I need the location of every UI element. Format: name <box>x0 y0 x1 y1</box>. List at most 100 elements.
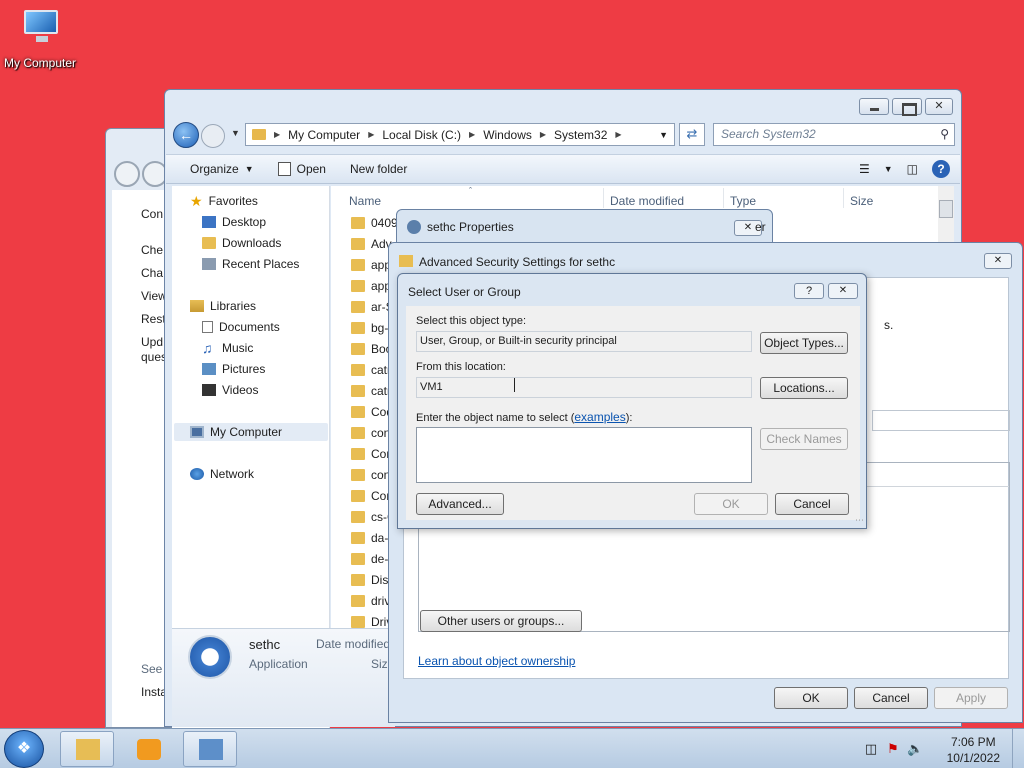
close-button[interactable]: ✕ <box>984 253 1012 269</box>
minimize-button[interactable] <box>859 98 889 115</box>
column-divider[interactable] <box>723 188 724 208</box>
column-header-date[interactable]: Date modified <box>610 194 684 208</box>
address-dropdown-icon[interactable]: ▼ <box>659 130 668 140</box>
resize-grip-icon[interactable]: ⋯ <box>855 515 864 526</box>
file-row[interactable]: app <box>351 279 391 293</box>
cancel-button[interactable]: Cancel <box>775 493 849 515</box>
column-divider[interactable] <box>603 188 604 208</box>
refresh-button[interactable]: ⇄ <box>679 123 705 146</box>
taskbar-media-player[interactable] <box>121 731 175 767</box>
nav-music[interactable]: ♫ Music <box>202 341 253 355</box>
nav-videos[interactable]: Videos <box>202 383 258 397</box>
forward-button[interactable] <box>201 124 225 148</box>
folder-icon <box>351 574 365 586</box>
help-icon[interactable]: ? <box>932 160 950 178</box>
desktop-icon-my-computer[interactable]: My Computer <box>0 8 80 70</box>
show-desktop-button[interactable] <box>1012 729 1024 768</box>
chevron-right-icon[interactable]: ▶ <box>540 130 546 139</box>
file-row[interactable]: con <box>351 426 390 440</box>
chevron-right-icon[interactable]: ▶ <box>469 130 475 139</box>
column-header-name[interactable]: Name <box>349 194 381 208</box>
address-bar[interactable]: ▶ My Computer ▶ Local Disk (C:) ▶ Window… <box>245 123 675 146</box>
view-options-icon[interactable]: ☰ <box>859 162 870 176</box>
advanced-button[interactable]: Advanced... <box>416 493 504 515</box>
file-row[interactable]: Driv <box>351 615 392 629</box>
chevron-right-icon[interactable]: ▶ <box>368 130 374 139</box>
breadcrumb-local-disk[interactable]: Local Disk (C:) <box>382 128 461 142</box>
nav-downloads[interactable]: Downloads <box>202 236 281 250</box>
back-button[interactable]: ← <box>173 122 199 148</box>
check-names-button[interactable]: Check Names <box>760 428 848 450</box>
nav-recent-places[interactable]: Recent Places <box>202 257 299 271</box>
history-dropdown-icon[interactable]: ▼ <box>231 128 240 138</box>
new-folder-label: New folder <box>349 162 408 176</box>
breadcrumb-windows[interactable]: Windows <box>483 128 532 142</box>
maximize-button[interactable] <box>892 98 922 116</box>
column-header-type[interactable]: Type <box>730 194 756 208</box>
open-button[interactable]: Open <box>277 162 326 176</box>
examples-link[interactable]: examples <box>574 410 625 424</box>
apply-button[interactable]: Apply <box>934 687 1008 709</box>
chevron-right-icon[interactable]: ▶ <box>615 130 621 139</box>
column-divider[interactable] <box>843 188 844 208</box>
start-button[interactable]: ❖ <box>4 730 44 768</box>
nav-desktop[interactable]: Desktop <box>202 215 266 229</box>
nav-my-computer[interactable]: My Computer <box>174 423 328 441</box>
cp-link-2[interactable]: Cha <box>141 266 163 280</box>
nav-pictures[interactable]: Pictures <box>202 362 265 376</box>
cp-link-0[interactable]: Con <box>141 207 163 221</box>
file-row[interactable]: da- <box>351 531 388 545</box>
file-row[interactable]: driv <box>351 594 390 608</box>
volume-icon[interactable]: 🔈 <box>907 741 923 757</box>
cancel-button[interactable]: Cancel <box>854 687 928 709</box>
network-icon[interactable]: ◫ <box>863 741 879 757</box>
ok-button[interactable]: OK <box>694 493 768 515</box>
organize-button[interactable]: Organize ▼ <box>190 162 254 176</box>
cp-link-3[interactable]: View <box>141 289 167 303</box>
close-button[interactable]: ✕ <box>828 283 858 299</box>
file-row[interactable]: de- <box>351 552 388 566</box>
cp-link-5[interactable]: Upd <box>141 335 163 349</box>
object-name-input[interactable] <box>416 427 752 483</box>
file-row[interactable]: Con <box>351 447 393 461</box>
scroll-thumb[interactable] <box>939 200 953 218</box>
file-row[interactable]: app <box>351 258 391 272</box>
nav-documents[interactable]: Documents <box>202 320 280 334</box>
locations-button[interactable]: Locations... <box>760 377 848 399</box>
file-row[interactable]: catr <box>351 384 391 398</box>
search-icon[interactable]: ⚲ <box>940 124 949 145</box>
file-row[interactable]: Boo <box>351 342 392 356</box>
preview-pane-icon[interactable]: ◫ <box>907 162 918 176</box>
clock[interactable]: 7:06 PM 10/1/2022 <box>947 734 1000 766</box>
breadcrumb-system32[interactable]: System32 <box>554 128 607 142</box>
ok-button[interactable]: OK <box>774 687 848 709</box>
other-users-button[interactable]: Other users or groups... <box>420 610 582 632</box>
file-row[interactable]: 0409 <box>351 216 398 230</box>
file-row[interactable]: bg- <box>351 321 388 335</box>
cp-link-4[interactable]: Rest <box>141 312 166 326</box>
search-input[interactable]: Search System32 ⚲ <box>713 123 955 146</box>
object-types-button[interactable]: Object Types... <box>760 332 848 354</box>
nav-favorites[interactable]: ★ Favorites <box>190 194 258 208</box>
action-center-flag-icon[interactable]: ⚑ <box>885 741 901 757</box>
file-row[interactable]: Adv <box>351 237 392 251</box>
file-row[interactable]: con <box>351 468 390 482</box>
chevron-right-icon[interactable]: ▶ <box>274 130 280 139</box>
file-row[interactable]: Con <box>351 489 393 503</box>
chevron-down-icon[interactable]: ▼ <box>884 164 893 174</box>
close-button[interactable] <box>925 98 953 115</box>
help-button[interactable]: ? <box>794 283 824 299</box>
nav-network[interactable]: Network <box>190 467 254 481</box>
new-folder-button[interactable]: New folder <box>350 162 407 176</box>
taskbar-explorer[interactable] <box>60 731 114 767</box>
file-row[interactable]: catr <box>351 363 391 377</box>
file-row[interactable]: Cod <box>351 405 393 419</box>
select-user-group-dialog[interactable]: Select User or Group ? ✕ Select this obj… <box>397 273 867 529</box>
learn-ownership-link[interactable]: Learn about object ownership <box>418 654 575 668</box>
taskbar-control-panel[interactable] <box>183 731 237 767</box>
column-header-size[interactable]: Size <box>850 194 873 208</box>
breadcrumb-my-computer[interactable]: My Computer <box>288 128 360 142</box>
nav-libraries[interactable]: Libraries <box>190 299 256 313</box>
cp-link-1[interactable]: Che <box>141 243 163 257</box>
object-type-field: User, Group, or Built-in security princi… <box>416 331 752 352</box>
